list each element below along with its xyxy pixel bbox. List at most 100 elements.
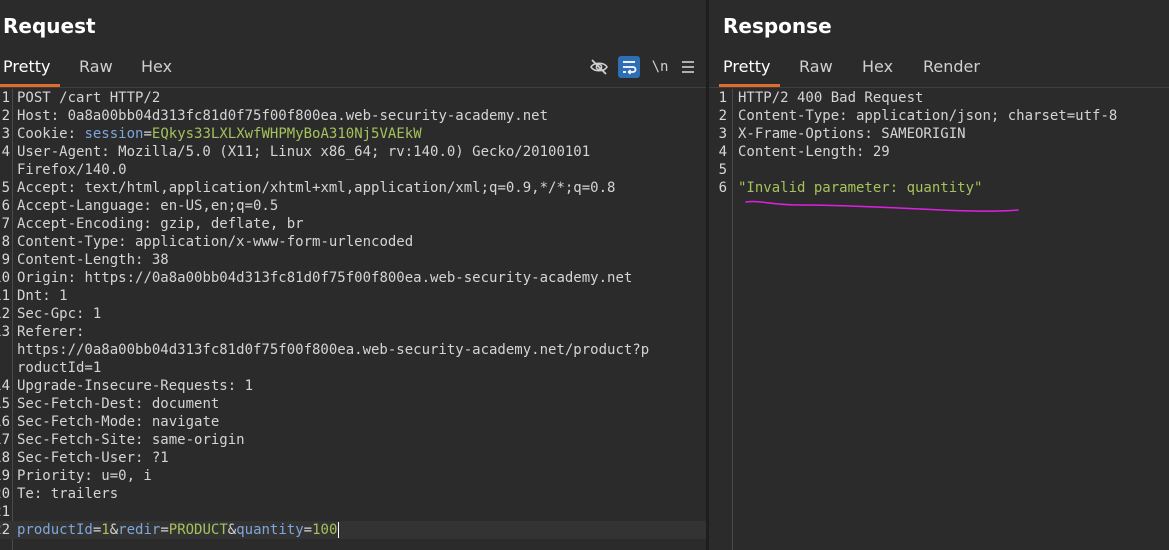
request-tab-raw[interactable]: Raw (79, 50, 113, 85)
code-text: Sec-Fetch-User: ?1 (17, 449, 169, 467)
header-name: Accept-Encoding: (17, 216, 152, 232)
body-param-part: PRODUCT (168, 522, 228, 538)
header-name: Host: (17, 108, 60, 124)
code-text: Referer: (17, 323, 84, 341)
line-number: 4 (718, 144, 727, 160)
line-number: 6 (718, 180, 727, 196)
wrap-lines-icon[interactable] (618, 56, 640, 78)
line-number: 12 (0, 306, 10, 322)
code-line: 4 User-Agent: Mozilla/5.0 (X11; Linux x86… (0, 143, 706, 161)
code-line: 13 Referer: (0, 323, 706, 341)
header-value: 38 (143, 252, 169, 268)
header-name: Dnt: (17, 288, 51, 304)
line-number: 5 (1, 180, 10, 196)
code-line: 2 Host: 0a8a00bb04d313fc81d0f75f00f800ea.… (0, 107, 706, 125)
line-number: 19 (0, 468, 10, 484)
response-error-message: "Invalid parameter: quantity" (738, 180, 983, 196)
code-line: https://0a8a00bb04d313fc81d0f75f00f800ea… (0, 341, 706, 359)
body-param-part: productId (17, 522, 93, 538)
request-tab-hex[interactable]: Hex (141, 50, 172, 85)
code-text: https://0a8a00bb04d313fc81d0f75f00f800ea… (17, 341, 649, 359)
request-editor[interactable]: 1 POST /cart HTTP/2 2 Host: 0a8a00bb04d313f… (0, 89, 706, 550)
line-number: 2 (1, 108, 10, 124)
code-line: 9 Content-Length: 38 (0, 251, 706, 269)
line-number: 3 (1, 126, 10, 142)
cookie-value: EQkys33LXLXwfWHPMyBoA310Nj5VAEkW (151, 126, 422, 142)
header-name: Accept-Language: (17, 198, 152, 214)
response-tab-pretty[interactable]: Pretty (718, 50, 782, 87)
header-name: POST /cart HTTP/2 (17, 90, 161, 106)
request-tab-pretty[interactable]: Pretty (0, 50, 62, 87)
header-value: 1 (50, 288, 68, 304)
request-panel: Request Pretty Raw Hex \n 1 POST /cart H… (0, 0, 706, 550)
line-number: 17 (0, 432, 10, 448)
line-number: 14 (0, 378, 10, 394)
line-number: 16 (0, 414, 10, 430)
response-tab-render[interactable]: Render (923, 50, 980, 85)
line-number: 21 (0, 504, 10, 520)
header-value: ?1 (143, 450, 169, 466)
line-number: 22 (0, 522, 10, 538)
line-number: 7 (1, 216, 10, 232)
code-text: Content-Length: 38 (17, 251, 169, 269)
body-param-part: & (109, 522, 119, 538)
header-value: en-US,en;q=0.5 (151, 198, 279, 214)
header-name: HTTP/2 400 Bad Request (738, 90, 924, 106)
newline-toggle[interactable]: \n (649, 56, 671, 78)
header-name: Priority: (17, 468, 93, 484)
cookie-name: session (84, 126, 144, 142)
code-line: 4 Content-Length: 29 (709, 143, 1169, 161)
response-tabs: Pretty Raw Hex Render (709, 50, 1169, 88)
header-name: roductId=1 (17, 360, 102, 376)
code-line: 6 Accept-Language: en-US,en;q=0.5 (0, 197, 706, 215)
line-number: 20 (0, 486, 10, 502)
code-line: 7 Accept-Encoding: gzip, deflate, br (0, 215, 706, 233)
header-name: Sec-Gpc: (17, 306, 85, 322)
response-tab-raw[interactable]: Raw (799, 50, 833, 85)
request-body-params[interactable]: productId=1&redir=PRODUCT&quantity=100 (17, 521, 340, 539)
header-name: Content-Type: (738, 108, 848, 124)
code-text: POST /cart HTTP/2 (17, 89, 160, 107)
line-number: 8 (1, 234, 10, 250)
code-text: Content-Type: application/json; charset=… (738, 107, 1117, 125)
response-editor[interactable]: 1 HTTP/2 400 Bad Request 2 Content-Type: ap… (709, 89, 1169, 550)
header-name: Sec-Fetch-Dest: (17, 396, 144, 412)
header-name: Firefox/140.0 (17, 162, 127, 178)
response-tab-hex[interactable]: Hex (862, 50, 893, 85)
line-number: 6 (1, 198, 10, 214)
hamburger-menu-icon[interactable] (677, 56, 699, 78)
header-name: Cookie: (17, 126, 77, 142)
annotation-underline (745, 200, 1019, 212)
code-text: Content-Length: 29 (738, 143, 890, 161)
code-text: Priority: u=0, i (17, 467, 152, 485)
response-title: Response (723, 14, 832, 38)
code-text: X-Frame-Options: SAMEORIGIN (738, 125, 966, 143)
code-line: 1 POST /cart HTTP/2 (0, 89, 706, 107)
request-toolbar: \n (588, 56, 698, 80)
code-line: 21 (0, 503, 706, 521)
header-value: same-origin (143, 432, 245, 448)
body-param-part: redir (118, 522, 161, 538)
eye-slash-icon[interactable] (588, 56, 610, 78)
line-number: 1 (718, 90, 727, 106)
line-number: 2 (718, 108, 727, 124)
header-value: SAMEORIGIN (872, 126, 966, 142)
body-param-part: & (227, 522, 237, 538)
code-text: Content-Type: application/x-www-form-url… (17, 233, 413, 251)
header-value: u=0, i (92, 468, 152, 484)
line-number: 13 (0, 324, 10, 340)
header-name: Content-Type: (17, 234, 127, 250)
code-text: Accept-Encoding: gzip, deflate, br (17, 215, 304, 233)
header-name: Sec-Fetch-User: (17, 450, 144, 466)
code-line: 10 Origin: https://0a8a00bb04d313fc81d0f7… (0, 269, 706, 287)
header-name: Accept: (17, 180, 77, 196)
code-line: 3 X-Frame-Options: SAMEORIGIN (709, 125, 1169, 143)
line-number: 5 (718, 162, 727, 178)
code-line: 16 Sec-Fetch-Mode: navigate (0, 413, 706, 431)
header-value: navigate (143, 414, 220, 430)
body-param-part: quantity (236, 522, 304, 538)
response-panel: Response Pretty Raw Hex Render 1 HTTP/2 4… (709, 0, 1169, 550)
response-body-line: 6 "Invalid parameter: quantity" (709, 179, 1169, 197)
body-param-part: = (160, 522, 169, 538)
header-value: 0a8a00bb04d313fc81d0f75f00f800ea.web-sec… (59, 108, 549, 124)
